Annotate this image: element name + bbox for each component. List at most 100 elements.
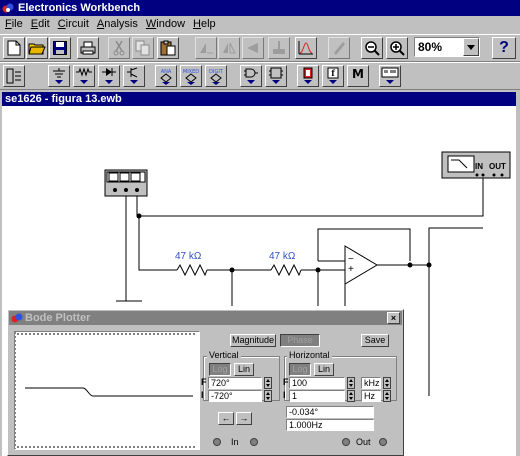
in-terminal-label: In [231,437,239,447]
resistor-r2[interactable] [270,263,302,277]
node-dot [136,213,142,219]
transistor-icon [127,67,138,84]
basic-bin-button[interactable] [73,65,95,87]
opamp-plus-label: + [348,264,354,275]
open-button[interactable] [26,37,48,59]
cursor-left-button[interactable]: ← [218,412,234,425]
resistor-r1-label: 47 kΩ [175,251,202,262]
bode-close-button[interactable]: × [387,312,400,324]
horizontal-final-field[interactable]: 100 [289,377,345,389]
menu-help[interactable]: Help [190,16,221,34]
vertical-final-spinner[interactable] [264,377,272,389]
help-button[interactable]: ? [492,37,516,59]
parts-bin-toolbar: ANA MIXED DIGIT f M [0,62,520,90]
horizontal-initial-unit[interactable]: Hz [361,390,381,402]
copy-button[interactable] [132,37,154,59]
ground-source-icon [53,68,65,84]
magnitude-button[interactable]: Magnitude [230,334,276,347]
print-button[interactable] [77,37,99,59]
menu-edit[interactable]: Edit [28,16,55,34]
vertical-final-label: F [201,377,207,387]
vertical-lin-button[interactable]: Lin [234,363,254,376]
zoom-in-button[interactable] [386,37,408,59]
document-title: se1626 - figura 13.ewb [5,93,122,105]
create-subcircuit-button[interactable] [295,37,317,59]
diodes-bin-button[interactable] [98,65,120,87]
horizontal-initial-unit-spinner[interactable] [383,390,391,402]
controls-bin-button[interactable]: f [322,65,344,87]
analog-ics-bin-button[interactable]: ANA [155,65,177,87]
resistor-r1[interactable] [176,263,208,277]
filter-out-label: OUT [489,162,506,171]
printer-icon [80,41,96,55]
component-properties-icon [273,41,285,54]
menu-window[interactable]: Window [143,16,190,34]
horizontal-initial-field[interactable]: 1 [289,390,345,402]
bode-display-screen[interactable] [14,331,200,450]
horizontal-final-unit-spinner[interactable] [383,377,391,389]
function-f-text: f [331,68,335,78]
cursor-right-button[interactable]: → [236,412,252,425]
menu-analysis[interactable]: Analysis [94,16,143,34]
indicators-bin-button[interactable] [297,65,319,87]
sources-bin-button[interactable] [48,65,70,87]
transistors-bin-button[interactable] [123,65,145,87]
out-terminal-minus[interactable] [379,438,387,446]
out-terminal-label: Out [356,437,371,447]
title-bar: Electronics Workbench [0,0,520,16]
logic-gate-icon [244,68,258,84]
vertical-scrollbar[interactable] [516,106,520,456]
component-properties-button[interactable] [268,37,290,59]
in-terminal-plus[interactable] [213,438,221,446]
vertical-initial-spinner[interactable] [264,390,272,402]
vertical-log-button[interactable]: Log [209,363,231,376]
cut-button[interactable] [108,37,130,59]
vertical-initial-field[interactable]: -720° [208,390,262,402]
rotate-icon [200,43,213,54]
horizontal-final-unit[interactable]: kHz [361,377,381,389]
digital-ics-bin-button[interactable]: DIGIT [205,65,227,87]
horizontal-final-label: F [283,377,289,387]
save-button[interactable]: Save [361,334,389,347]
mixed-ic-icon: MIXED [183,69,199,85]
flip-vertical-button[interactable] [242,37,264,59]
flip-horizontal-icon [223,42,236,54]
parts-bin-button[interactable] [3,65,25,87]
flip-horizontal-button[interactable] [218,37,240,59]
zoom-dropdown-arrow[interactable] [463,38,479,56]
in-terminal-minus[interactable] [250,438,258,446]
phase-button[interactable]: Phase [280,334,320,347]
new-button[interactable] [3,37,25,59]
bode-title-bar[interactable]: Bode Plotter × [9,311,402,325]
zoom-level-select[interactable]: 80% [414,37,480,57]
menu-circuit[interactable]: Circuit [55,16,94,34]
logic-gates-bin-button[interactable] [240,65,262,87]
horizontal-final-spinner[interactable] [347,377,355,389]
open-folder-icon [28,43,46,55]
graph-icon [298,41,313,55]
pause-button[interactable] [328,37,350,59]
rotate-button[interactable] [195,37,217,59]
horizontal-lin-button[interactable]: Lin [314,363,334,376]
function-generator[interactable] [104,169,148,197]
function-icon: f [327,67,339,84]
node-dot [407,262,413,268]
bode-app-icon [11,313,23,323]
save-file-button[interactable] [49,37,71,59]
vertical-final-field[interactable]: 720° [208,377,262,389]
digital-bin-button[interactable] [265,65,287,87]
instruments-bin-button[interactable] [379,65,401,87]
flipflop-icon [269,67,283,84]
resistor-icon [76,67,92,84]
copy-icon [135,40,150,56]
filter-in-label: IN [475,162,483,171]
menu-file[interactable]: File [2,16,28,34]
miscellaneous-bin-button[interactable]: M [347,65,369,87]
horizontal-log-button[interactable]: Log [289,363,311,376]
zoom-out-button[interactable] [361,37,383,59]
paste-button[interactable] [157,37,179,59]
mixed-ics-bin-button[interactable]: MIXED [180,65,202,87]
bode-plotter-window: Bode Plotter × Magnitude Phase Save Vert… [7,309,404,456]
horizontal-initial-spinner[interactable] [347,390,355,402]
out-terminal-plus[interactable] [342,438,350,446]
